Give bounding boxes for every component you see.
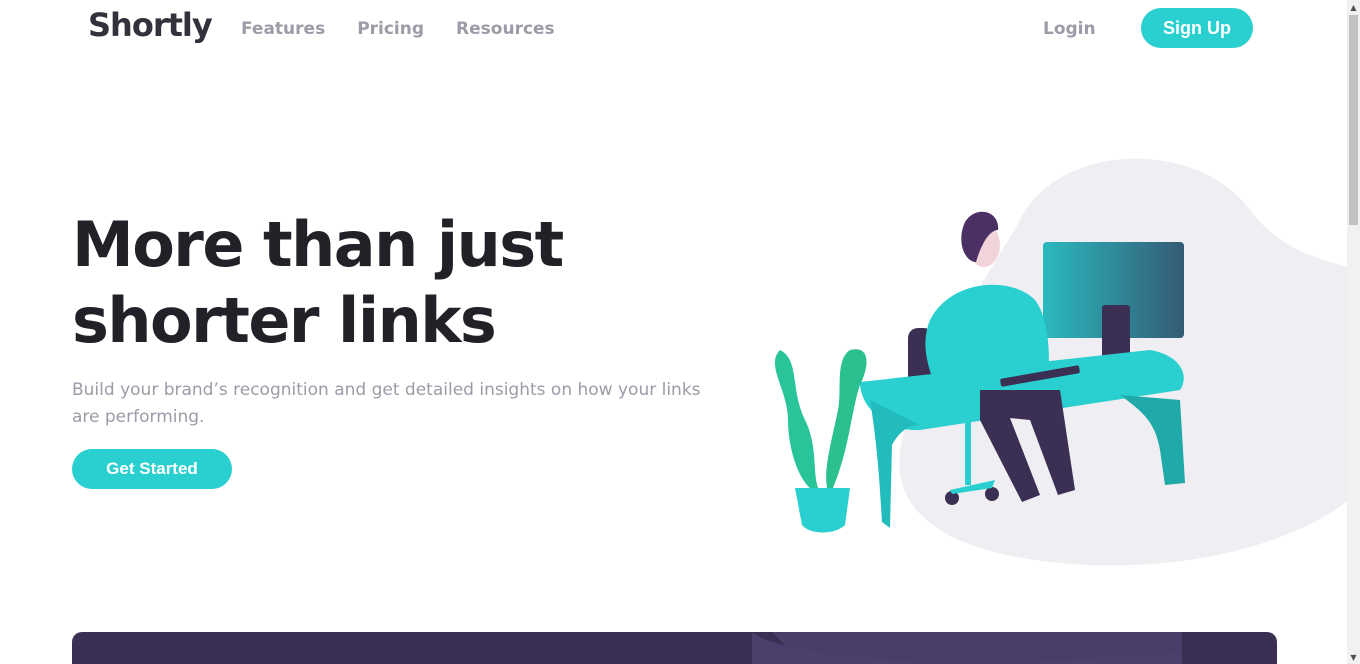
- page-scrollbar[interactable]: ▲ ▼: [1347, 0, 1360, 664]
- person-torso: [925, 284, 1049, 385]
- main-nav: Features Pricing Resources: [241, 19, 555, 39]
- scroll-thumb[interactable]: [1349, 15, 1358, 225]
- nav-features[interactable]: Features: [241, 19, 325, 39]
- login-link[interactable]: Login: [1043, 19, 1096, 39]
- hero-title-line-1: More than just: [72, 208, 564, 281]
- scroll-down-icon[interactable]: ▼: [1347, 650, 1360, 664]
- logo[interactable]: Shortly: [88, 6, 213, 44]
- get-started-button[interactable]: Get Started: [72, 449, 232, 489]
- person-at-desk-illustration: [774, 158, 1360, 566]
- hero-title: More than just shorter links: [72, 207, 692, 359]
- nav-pricing[interactable]: Pricing: [357, 19, 424, 39]
- scroll-up-icon[interactable]: ▲: [1347, 0, 1360, 14]
- chair-post: [965, 415, 971, 485]
- plant-leaf-2: [826, 349, 867, 495]
- hero-description: Build your brand’s recognition and get d…: [72, 380, 701, 427]
- plant-leaf-1: [774, 350, 822, 495]
- signup-button[interactable]: Sign Up: [1141, 8, 1253, 48]
- shorten-background-pattern: [752, 632, 1182, 664]
- chair-wheel-2: [985, 487, 999, 501]
- working-illustration: [760, 150, 1360, 580]
- site-header: Shortly Features Pricing Resources Login…: [0, 0, 1347, 60]
- hero-title-line-2: shorter links: [72, 284, 497, 357]
- nav-resources[interactable]: Resources: [456, 19, 555, 39]
- plant-pot: [795, 488, 850, 533]
- shorten-section: [72, 632, 1277, 664]
